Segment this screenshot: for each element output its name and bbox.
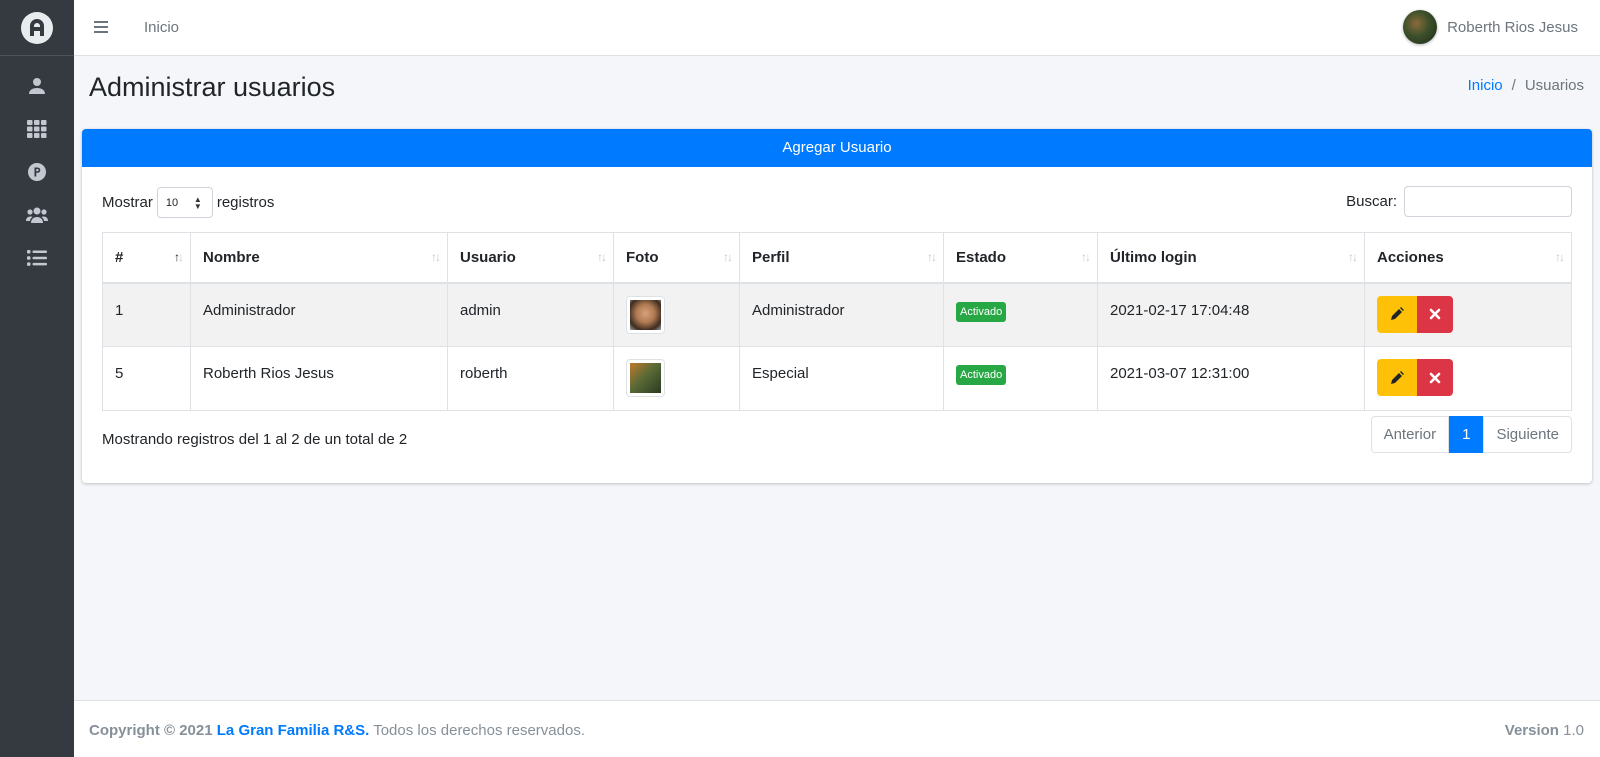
users-table: # ↑↓ Nombre ↑↓ Usuario ↑↓ Foto ↑↓ Perfil ↑↓ E… xyxy=(102,232,1572,411)
table-header-row: # ↑↓ Nombre ↑↓ Usuario ↑↓ Foto ↑↓ Perfil ↑↓ E… xyxy=(102,232,1572,284)
footer-copyright: Copyright © 2021 La Gran Familia R&S. To… xyxy=(89,722,585,739)
sidebar-item-users[interactable] xyxy=(0,193,74,236)
breadcrumb-current: Usuarios xyxy=(1524,77,1584,94)
page-title: Administrar usuarios xyxy=(89,72,336,102)
status-badge[interactable]: Activado xyxy=(956,301,1007,322)
breadcrumb-home-link[interactable]: Inicio xyxy=(1468,77,1503,94)
version-value: 1.0 xyxy=(1563,722,1584,739)
footer: Copyright © 2021 La Gran Familia R&S. To… xyxy=(74,700,1600,757)
breadcrumb: Inicio / Usuarios xyxy=(1468,77,1584,94)
pencil-icon xyxy=(1391,307,1404,320)
search-area: Buscar: xyxy=(1346,186,1572,217)
pencil-icon xyxy=(1391,370,1404,384)
sort-icon: ↑↓ xyxy=(1348,250,1358,264)
sort-icon: ↑↓ xyxy=(1555,250,1565,264)
footer-brand-link[interactable]: La Gran Familia R&S. xyxy=(217,722,370,739)
search-label: Buscar: xyxy=(1346,193,1397,210)
close-icon xyxy=(1429,308,1441,320)
sidebar-item-p[interactable] xyxy=(0,150,74,193)
p-circle-icon xyxy=(28,162,46,181)
topbar: Inicio Roberth Rios Jesus xyxy=(74,0,1600,56)
close-icon xyxy=(1429,372,1441,383)
sort-icon: ↑↓ xyxy=(597,250,607,264)
column-header-nombre[interactable]: Nombre ↑↓ xyxy=(190,232,448,284)
delete-button[interactable] xyxy=(1417,359,1453,396)
pagination-page-button[interactable]: 1 xyxy=(1449,416,1484,453)
table-row: 1 Administrador admin Administrador Acti… xyxy=(102,282,1572,347)
sort-icon: ↑↓ xyxy=(431,250,441,264)
pagination-prev-button[interactable]: Anterior xyxy=(1370,416,1450,453)
cell-perfil: Especial xyxy=(739,346,944,411)
user-name: Roberth Rios Jesus xyxy=(1447,18,1578,36)
breadcrumb-separator: / xyxy=(1511,77,1516,94)
show-label: Mostrar xyxy=(102,194,153,211)
column-header-perfil[interactable]: Perfil ↑↓ xyxy=(739,232,944,284)
column-header-ultimo-login[interactable]: Último login ↑↓ xyxy=(1097,232,1365,284)
sidebar-item-list[interactable] xyxy=(0,236,74,279)
delete-button[interactable] xyxy=(1417,295,1453,333)
user-photo[interactable] xyxy=(626,359,665,397)
topbar-home-link[interactable]: Inicio xyxy=(144,19,179,36)
cell-nombre: Roberth Rios Jesus xyxy=(190,346,448,411)
add-user-button[interactable]: Agregar Usuario xyxy=(82,129,1592,167)
users-card: Agregar Usuario Mostrar 10 ▲ ▼ registros … xyxy=(82,129,1592,483)
avatar xyxy=(1403,10,1438,44)
footer-version: Version 1.0 xyxy=(1505,722,1584,739)
sidebar-item-user[interactable] xyxy=(0,64,74,107)
cell-estado: Activado xyxy=(943,346,1098,411)
cell-ultimo-login: 2021-03-07 12:31:00 xyxy=(1097,346,1365,411)
sort-icon: ↑↓ xyxy=(1081,250,1091,264)
cell-usuario: roberth xyxy=(447,346,614,411)
records-label: registros xyxy=(216,194,275,211)
users-icon xyxy=(26,207,48,223)
cell-foto xyxy=(613,346,740,411)
cell-nombre: Administrador xyxy=(190,282,448,347)
cell-id: 5 xyxy=(102,346,191,411)
edit-button[interactable] xyxy=(1377,295,1417,333)
cell-ultimo-login: 2021-02-17 17:04:48 xyxy=(1097,282,1365,347)
show-entries: Mostrar 10 ▲ ▼ registros xyxy=(102,187,274,218)
table-info: Mostrando registros del 1 al 2 de un tot… xyxy=(102,431,408,448)
entries-select-value: 10 xyxy=(165,197,179,209)
logo-icon xyxy=(21,11,53,44)
edit-button[interactable] xyxy=(1377,359,1417,396)
sidebar xyxy=(0,0,74,757)
rights-text: Todos los derechos reservados. xyxy=(373,722,585,739)
select-arrows-icon: ▲ ▼ xyxy=(193,195,202,211)
user-menu[interactable]: Roberth Rios Jesus xyxy=(1403,9,1578,45)
cell-acciones xyxy=(1364,346,1572,411)
pagination-next-button[interactable]: Siguiente xyxy=(1483,416,1572,453)
copyright-text: Copyright © 2021 xyxy=(89,722,213,739)
cell-foto xyxy=(613,282,740,347)
column-header-foto[interactable]: Foto ↑↓ xyxy=(613,232,740,284)
cell-usuario: admin xyxy=(447,282,614,347)
cell-estado: Activado xyxy=(943,282,1098,347)
user-icon xyxy=(29,77,45,94)
status-badge[interactable]: Activado xyxy=(956,365,1007,385)
hamburger-menu-icon[interactable] xyxy=(94,18,114,38)
brand[interactable] xyxy=(0,0,74,56)
column-header-id[interactable]: # ↑↓ xyxy=(102,232,191,284)
sort-icon: ↑↓ xyxy=(723,250,733,264)
cell-perfil: Administrador xyxy=(739,282,944,347)
cell-id: 1 xyxy=(102,282,191,347)
search-input[interactable] xyxy=(1404,186,1572,217)
sidebar-item-grid[interactable] xyxy=(0,107,74,150)
pagination: Anterior 1 Siguiente xyxy=(1370,416,1572,453)
user-photo[interactable] xyxy=(626,295,665,334)
column-header-acciones[interactable]: Acciones ↑↓ xyxy=(1364,232,1572,284)
grid-icon xyxy=(27,119,47,138)
list-icon xyxy=(27,249,47,266)
version-label: Version xyxy=(1504,722,1559,739)
table-row: 5 Roberth Rios Jesus roberth Especial Ac… xyxy=(102,346,1572,411)
entries-select[interactable]: 10 ▲ ▼ xyxy=(156,187,213,218)
sidebar-nav xyxy=(0,64,74,279)
sort-icon: ↑↓ xyxy=(927,250,937,264)
sort-asc-icon: ↑↓ xyxy=(174,250,184,264)
cell-acciones xyxy=(1364,282,1572,347)
column-header-usuario[interactable]: Usuario ↑↓ xyxy=(447,232,614,284)
column-header-estado[interactable]: Estado ↑↓ xyxy=(943,232,1098,284)
